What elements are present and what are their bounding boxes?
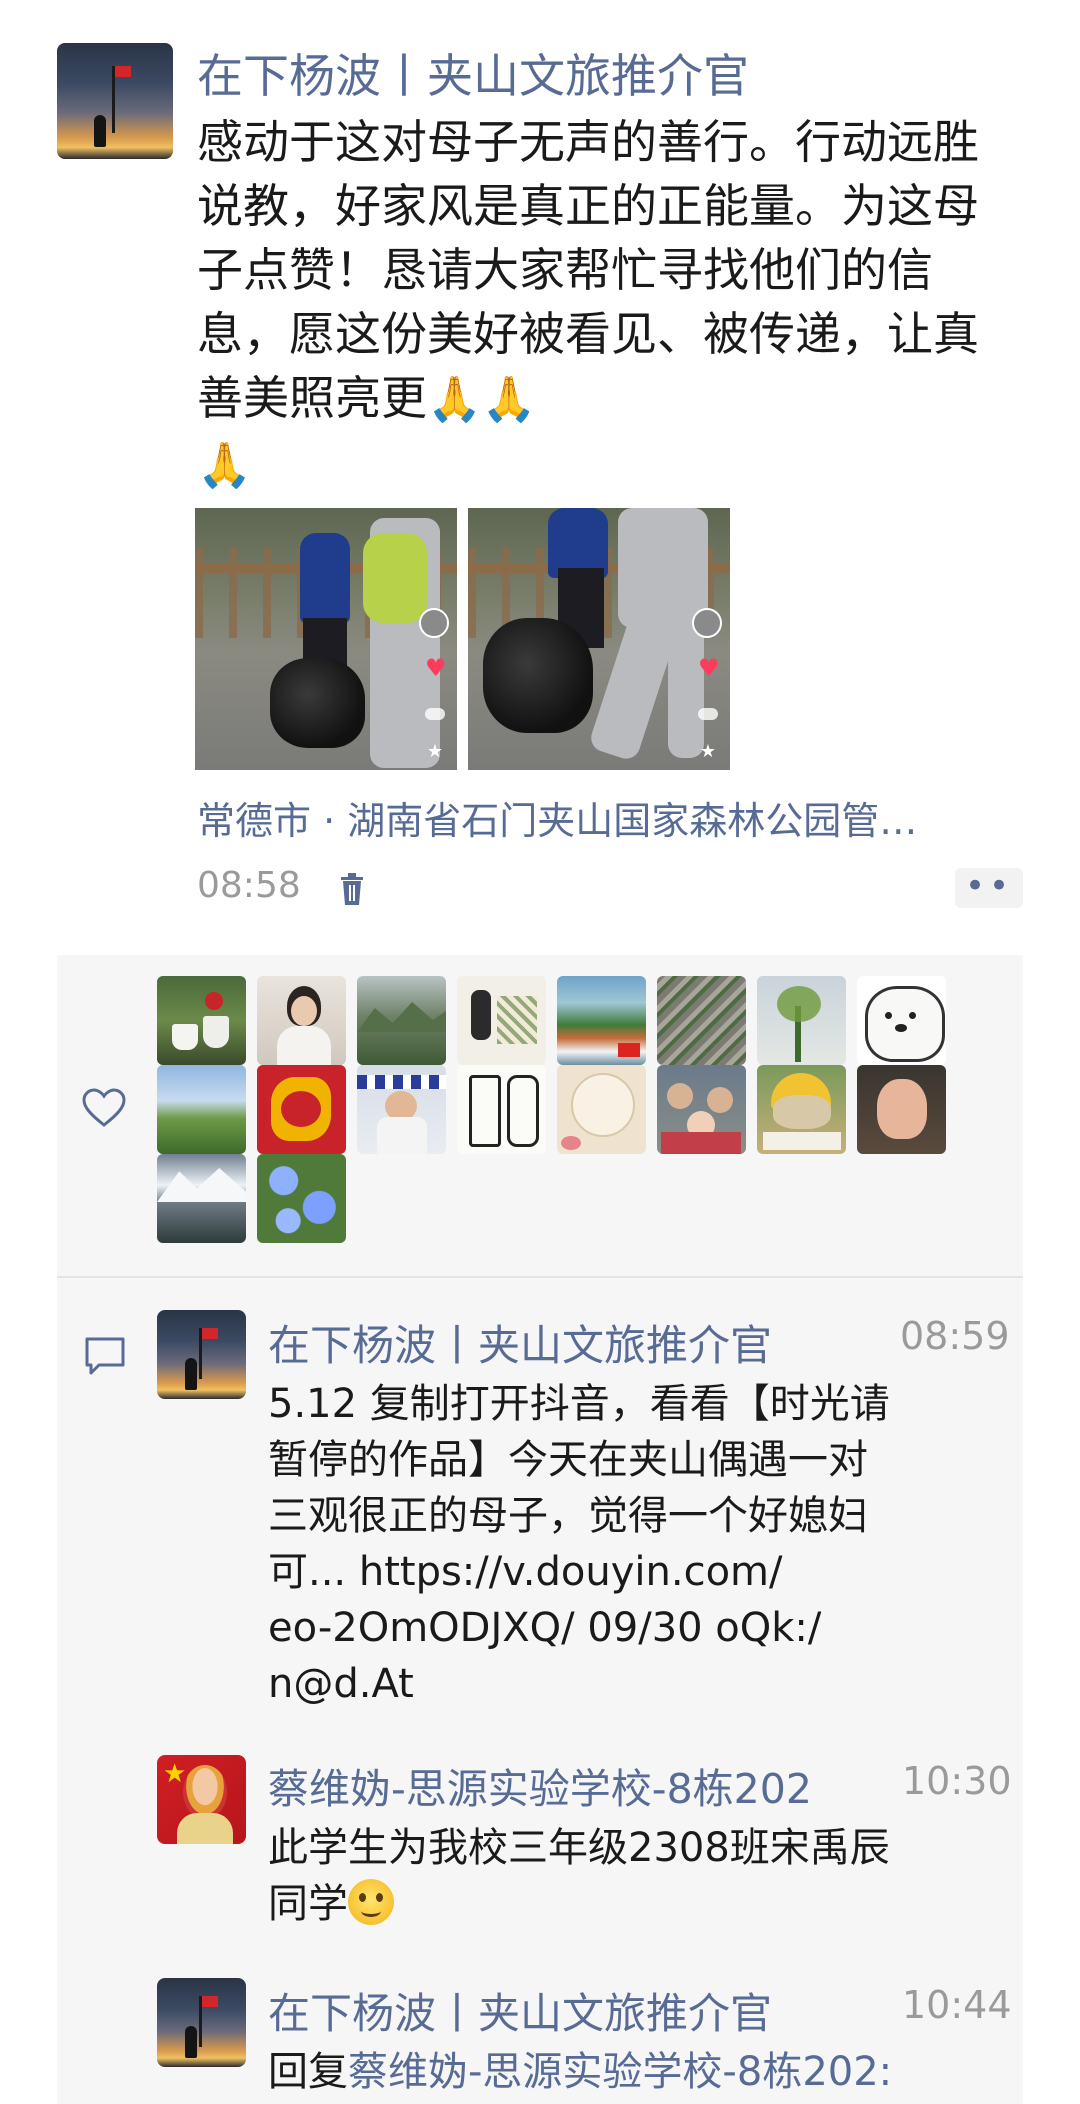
comment-line: 5.12 复制打开抖音，看看【时光请 [268,1381,890,1427]
liker-avatar[interactable] [257,976,346,1065]
smile-emoji-icon [348,1879,394,1925]
reply-target-name[interactable]: 蔡维妫-思源实验学校-8栋202: [348,2049,892,2095]
heart-overlay-icon: ♥ [698,654,720,682]
post-text-body: 感动于这对母子无声的善行。行动远胜说教，好家风是真正的正能量。为这母子点赞！恳请… [197,115,979,425]
post-text: 感动于这对母子无声的善行。行动远胜说教，好家风是真正的正能量。为这母子点赞！恳请… [197,110,1017,498]
liker-avatar[interactable] [757,976,846,1065]
liker-avatar[interactable] [457,976,546,1065]
liker-avatar[interactable] [357,1065,446,1154]
more-options-button[interactable]: •• [955,868,1023,908]
liker-avatar[interactable] [157,976,246,1065]
comment-line: n@d.At [268,1661,414,1707]
liker-avatar[interactable] [257,1154,346,1243]
star-icon: ★ [699,741,716,762]
post-photo-2[interactable]: ♥ ★ [468,508,730,770]
star-icon: ★ [426,741,443,762]
liker-avatar[interactable] [857,1065,946,1154]
comment-line: 三观很正的母子，觉得一个好媳妇 [268,1493,868,1539]
comment-author-avatar[interactable] [157,1978,246,2067]
comment-text[interactable]: 此学生为我校三年级2308班宋禹辰 同学 [268,1820,998,1932]
heart-icon [82,1088,126,1127]
post-author-name[interactable]: 在下杨波丨夹山文旅推介官 [197,40,749,106]
comment-author-avatar[interactable] [157,1310,246,1399]
comment-time: 10:44 [902,1983,1012,2027]
liker-avatar[interactable] [257,1065,346,1154]
liker-avatar[interactable] [457,1065,546,1154]
pray-emoji-icon: 🙏🙏 [427,374,537,425]
comment-line: 同学 [268,1876,998,1932]
comment-author-avatar[interactable]: ★ [157,1755,246,1844]
comment-line: 暂停的作品】今天在夹山偶遇一对 [268,1437,868,1483]
heart-overlay-icon: ♥ [425,654,447,682]
comment-author-name[interactable]: 在下杨波丨夹山文旅推介官 [268,1980,772,2041]
liker-avatar[interactable] [157,1154,246,1243]
liker-avatar[interactable] [557,1065,646,1154]
comment-time: 10:30 [902,1759,1012,1803]
comment-icon [85,1337,125,1375]
comment-line: 可... https://v.douyin.com/ [268,1549,783,1595]
post-location[interactable]: 常德市 · 湖南省石门夹山国家森林公园管… [197,790,917,845]
divider [57,1276,1023,1278]
post-author-avatar[interactable] [57,43,173,159]
liker-avatar[interactable] [357,976,446,1065]
comment-author-name[interactable]: 在下杨波丨夹山文旅推介官 [268,1312,772,1373]
liker-avatar[interactable] [657,976,746,1065]
reply-prefix: 回复 [268,2049,348,2095]
post-photo-1[interactable]: ♥ ★ [195,508,457,770]
comment-text[interactable]: 回复蔡维妫-思源实验学校-8栋202: [268,2044,998,2100]
pray-emoji-icon: 🙏 [197,440,252,491]
comment-author-name[interactable]: 蔡维妫-思源实验学校-8栋202 [268,1755,812,1815]
liker-avatar[interactable] [657,1065,746,1154]
liker-avatar[interactable] [857,976,946,1065]
comment-line: 此学生为我校三年级2308班宋禹辰 [268,1825,890,1871]
liker-avatar[interactable] [757,1065,846,1154]
comment-line: eo-2OmODJXQ/ 09/30 oQk:/ [268,1605,822,1651]
post-time: 08:58 [197,865,301,906]
comment-time: 08:59 [900,1314,1010,1358]
trash-icon[interactable] [340,872,364,906]
liker-avatar[interactable] [157,1065,246,1154]
liker-avatar[interactable] [557,976,646,1065]
comment-text[interactable]: 5.12 复制打开抖音，看看【时光请 暂停的作品】今天在夹山偶遇一对 三观很正的… [268,1376,998,1712]
